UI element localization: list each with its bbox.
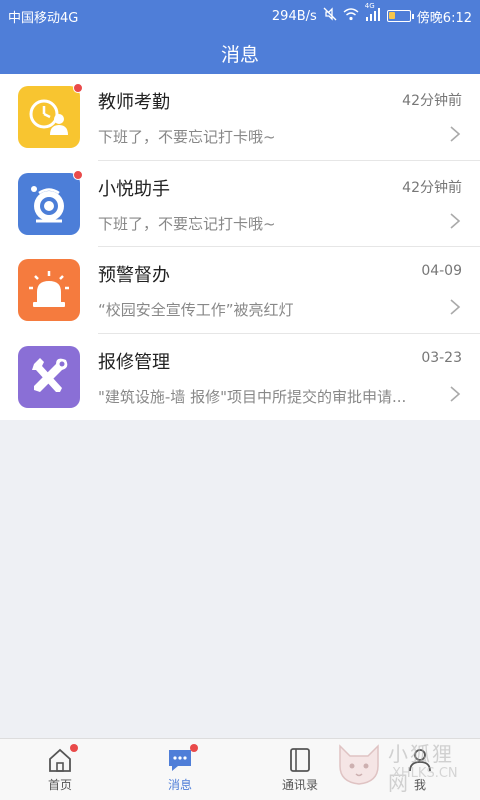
unread-dot [73,169,83,180]
message-icon [166,744,198,774]
clock-time: 傍晚6:12 [416,10,472,26]
page-title: 消息 [220,43,259,66]
message-preview: “校园安全宣传工作”被亮红灯 [98,301,294,319]
tab-label: 消息 [167,778,192,792]
message-item-repair-management[interactable]: 报修管理 03-23 "建筑设施-墙 报修"项目中所提交的审批申请... [0,334,480,421]
assistant-robot-icon [18,169,83,235]
repair-tools-icon [18,345,80,408]
tab-contacts[interactable]: 通讯录 [240,739,360,800]
tab-label: 首页 [47,778,72,792]
battery-level [388,12,395,19]
message-item-warning-supervision[interactable]: 预警督办 04-09 “校园安全宣传工作”被亮红灯 [0,247,480,334]
message-title: 教师考勤 [98,92,170,113]
chevron-right-icon [450,385,461,402]
tab-label: 通讯录 [281,778,318,792]
contacts-book-icon [286,746,314,774]
chevron-right-icon [450,126,461,142]
mute-icon [323,7,337,25]
carrier-label: 中国移动4G [8,10,79,26]
profile-icon [406,746,434,774]
message-item-teacher-attendance[interactable]: 教师考勤 42分钟前 下班了，不要忘记打卡哦~ [0,74,480,161]
message-list: 教师考勤 42分钟前 下班了，不要忘记打卡哦~ 小悦助手 42分钟前 下班了，不… [0,74,480,420]
message-time: 42分钟前 [402,179,462,196]
cellular-signal-icon: 4G [365,2,381,25]
message-title: 报修管理 [98,351,170,373]
message-item-assistant[interactable]: 小悦助手 42分钟前 下班了，不要忘记打卡哦~ [0,161,480,248]
home-icon [46,744,78,774]
chevron-right-icon [450,299,461,315]
status-bar: 中国移动4G 294B/s 4G 傍晚6:12 [0,0,480,32]
message-title: 小悦助手 [98,178,170,200]
tab-profile[interactable]: 我 [360,739,480,800]
tab-badge-dot [190,744,198,752]
wifi-icon [343,7,359,25]
message-title: 预警督办 [98,265,170,286]
tab-badge-dot [70,744,78,752]
message-preview: 下班了，不要忘记打卡哦~ [98,214,276,233]
alarm-light-icon [18,259,80,322]
battery-icon [386,10,414,22]
tab-messages[interactable]: 消息 [120,739,240,800]
message-time: 03-23 [421,349,462,366]
chevron-right-icon [450,212,461,229]
network-speed: 294B/s [271,8,317,24]
message-preview: 下班了，不要忘记打卡哦~ [98,128,276,146]
message-preview: "建筑设施-墙 报修"项目中所提交的审批申请... [98,387,407,406]
message-time: 42分钟前 [402,93,462,109]
unread-dot [73,83,83,94]
app-header: 中国移动4G 294B/s 4G 傍晚6:12 消息 [0,0,480,74]
network-type-label: 4G [364,1,375,10]
tab-home[interactable]: 首页 [0,739,120,800]
attendance-clock-icon [18,83,83,149]
tab-label: 我 [413,778,426,792]
bottom-tab-bar: 首页 消息 通讯录 我 [0,738,480,800]
message-time: 04-09 [421,263,462,279]
